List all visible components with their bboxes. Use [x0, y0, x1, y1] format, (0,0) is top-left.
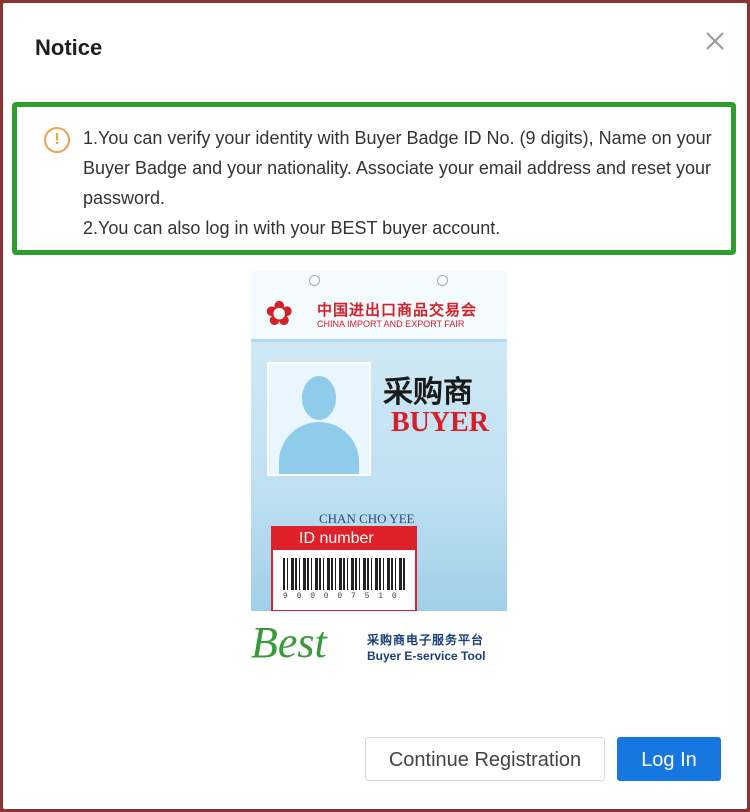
- id-number-label: ID number: [273, 528, 415, 550]
- badge-hole: [309, 275, 320, 286]
- badge-hole: [437, 275, 448, 286]
- buyer-badge-image: ✿ 中国进出口商品交易会 CHINA IMPORT AND EXPORT FAI…: [251, 271, 507, 611]
- badge-role-en: BUYER: [391, 407, 490, 438]
- notice-line-1: 1.You can verify your identity with Buye…: [83, 128, 712, 208]
- avatar-head: [302, 376, 336, 420]
- fair-name-en: CHINA IMPORT AND EXPORT FAIR: [317, 319, 465, 329]
- notice-text: 1.You can verify your identity with Buye…: [83, 123, 723, 243]
- close-icon[interactable]: [703, 29, 727, 53]
- barcode: [283, 558, 405, 590]
- login-button[interactable]: Log In: [617, 737, 721, 781]
- dialog-title: Notice: [35, 35, 103, 60]
- canton-fair-logo-icon: ✿: [265, 295, 294, 333]
- notice-dialog: Notice ! 1.You can verify your identity …: [3, 3, 747, 809]
- notice-line-2: 2.You can also log in with your BEST buy…: [83, 218, 501, 238]
- notice-message-box: ! 1.You can verify your identity with Bu…: [12, 102, 736, 255]
- badge-role-cn: 采购商: [383, 375, 473, 410]
- barcode-number: 9 0 0 0 0 7 5 1 0: [283, 592, 399, 601]
- id-number-box: ID number 9 0 0 0 0 7 5 1 0: [271, 526, 417, 611]
- photo-placeholder: [267, 362, 371, 476]
- badge-header: ✿ 中国进出口商品交易会 CHINA IMPORT AND EXPORT FAI…: [251, 271, 507, 342]
- best-logo-en: Buyer E-service Tool: [367, 649, 486, 663]
- badge-holder-name: CHAN CHO YEE: [319, 511, 415, 526]
- exclamation-circle-icon: !: [44, 127, 70, 153]
- fair-name-cn: 中国进出口商品交易会: [317, 302, 478, 319]
- avatar-shoulders: [279, 422, 359, 474]
- best-logo: Best 采购商电子服务平台 Buyer E-service Tool: [251, 617, 511, 667]
- best-logo-cn: 采购商电子服务平台: [367, 633, 485, 647]
- best-logo-word: Best: [251, 618, 327, 667]
- continue-registration-button[interactable]: Continue Registration: [365, 737, 605, 781]
